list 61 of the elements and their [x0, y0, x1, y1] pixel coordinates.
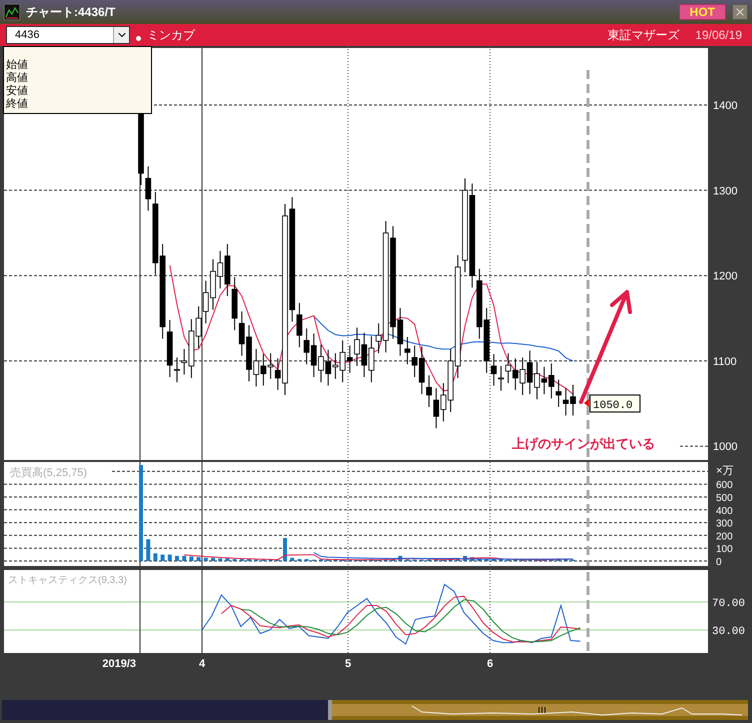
axis-label: 1100: [713, 356, 737, 368]
volume-bar: [196, 557, 201, 561]
axis-label: 1300: [713, 185, 738, 198]
axis-label: 200: [716, 531, 733, 542]
volume-panel-title: 売買高(5,25,75): [10, 467, 88, 479]
source-label: ミンカブ: [147, 27, 195, 44]
legend-item: 終値: [5, 98, 29, 111]
bullet-icon: [136, 36, 141, 40]
price-pointer-icon: [584, 399, 589, 407]
date-label: 19/06/19: [695, 27, 742, 44]
market-label: 東証マザーズ: [607, 27, 680, 44]
symbol-value: 4436: [14, 28, 40, 43]
axis-label: 1200: [713, 270, 738, 283]
volume-bar: [456, 558, 460, 561]
volume-bar: [470, 557, 474, 561]
price-tag: 1050.0: [590, 394, 640, 412]
date-label: 5: [344, 658, 352, 670]
volume-bar: [398, 556, 402, 561]
date-label: 6: [486, 658, 494, 670]
scrollbar-thumb[interactable]: [328, 700, 332, 720]
volume-bar: [556, 558, 561, 561]
axis-label: 1000: [713, 441, 738, 454]
window-title: チャート:4436/T: [26, 4, 116, 21]
date-label: 2019/3: [102, 658, 136, 670]
axis-label: 30.00: [712, 626, 746, 638]
volume-bar: [283, 538, 287, 561]
volume-bar: [218, 558, 222, 561]
symbol-combobox[interactable]: 4436: [6, 26, 130, 44]
legend-item: 高値: [5, 72, 29, 84]
chart-app-icon: [4, 4, 20, 20]
volume-bar: [175, 556, 179, 561]
volume-bar: [160, 554, 165, 561]
dropdown-button[interactable]: [113, 27, 129, 43]
volume-bar: [146, 539, 150, 561]
axis-label: 100: [716, 544, 733, 556]
legend-item: 始値: [5, 59, 29, 72]
axis-label: 300: [716, 518, 733, 530]
date-label: 4: [198, 658, 206, 670]
signal-annotation: 上げのサインが出ている: [512, 436, 655, 451]
axis-unit-label: ×万: [716, 465, 734, 477]
volume-bar: [477, 558, 482, 561]
axis-label: 0: [716, 557, 722, 568]
stochastic-panel-title: ストキャスティクス(9,3,3): [8, 575, 127, 586]
grid-line: [680, 446, 708, 447]
close-icon: [734, 6, 746, 18]
volume-bar: [463, 556, 467, 561]
axis-label: 1400: [713, 100, 738, 112]
axis-label: 400: [716, 506, 733, 517]
volume-bar: [204, 558, 208, 561]
legend-item: 安値: [5, 85, 29, 98]
axis-label: 600: [716, 480, 733, 492]
volume-bar: [182, 556, 186, 561]
volume-bar: [290, 558, 294, 561]
volume-bar: [153, 553, 158, 561]
close-button[interactable]: [732, 4, 748, 20]
axis-label: 500: [716, 493, 733, 504]
volume-bar: [168, 554, 172, 561]
volume-bar: [189, 556, 194, 561]
volume-bar: [225, 558, 230, 561]
volume-bar: [211, 558, 215, 561]
axis-label: 70.00: [712, 598, 746, 610]
